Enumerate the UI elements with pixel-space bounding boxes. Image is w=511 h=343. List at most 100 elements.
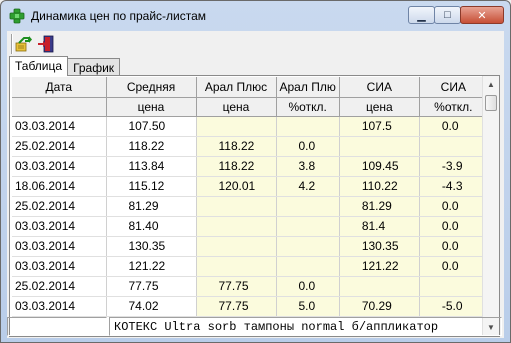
close-button[interactable]: ✕ (460, 6, 504, 24)
cell-average-price[interactable]: 81.40 (106, 216, 197, 237)
close-icon: ✕ (477, 9, 487, 22)
column-header-aral-deviation[interactable]: Арал Плю (276, 77, 340, 98)
table-row[interactable]: 03.03.2014 107.50 107.5 0.0 (12, 116, 488, 137)
app-window: Динамика цен по прайс-листам ▁ □ ✕ Табли… (0, 0, 511, 343)
subheader-aral-price: цена (196, 97, 277, 117)
vertical-scrollbar[interactable]: ▲ ▼ (482, 76, 499, 336)
cell-average-price[interactable]: 118.22 (106, 136, 197, 157)
window-title: Динамика цен по прайс-листам (31, 9, 207, 23)
cell-sia-price[interactable]: 81.4 (339, 216, 420, 237)
cell-aral-deviation[interactable] (276, 216, 340, 237)
cell-aral-price[interactable] (196, 216, 277, 237)
cell-average-price[interactable]: 107.50 (106, 116, 197, 137)
cell-aral-price[interactable]: 120.01 (196, 176, 277, 197)
table-row[interactable]: 03.03.2014 113.84 118.22 3.8 109.45 -3.9 (12, 156, 488, 177)
refresh-icon (15, 36, 32, 52)
table-row[interactable]: 03.03.2014 121.22 121.22 0.0 (12, 256, 488, 277)
column-header-sia-price[interactable]: СИА (339, 77, 420, 98)
tab-table[interactable]: Таблица (9, 56, 69, 76)
table-row[interactable]: 25.02.2014 77.75 77.75 0.0 (12, 276, 488, 297)
refresh-button[interactable] (13, 33, 35, 55)
cell-aral-price[interactable] (196, 236, 277, 257)
cell-date[interactable]: 03.03.2014 (12, 236, 107, 257)
status-bar: КОТЕКС Ultra sorb тампоны normal б/аппли… (7, 315, 504, 337)
cell-sia-deviation[interactable]: 0.0 (419, 216, 488, 237)
cell-average-price[interactable]: 130.35 (106, 236, 197, 257)
cell-average-price[interactable]: 113.84 (106, 156, 197, 177)
cell-aral-deviation[interactable]: 0.0 (276, 136, 340, 157)
minimize-button[interactable]: ▁ (408, 6, 435, 24)
tab-strip: Таблица График (9, 56, 121, 76)
cell-date[interactable]: 03.03.2014 (12, 256, 107, 277)
table-row[interactable]: 18.06.2014 115.12 120.01 4.2 110.22 -4.3 (12, 176, 488, 197)
cell-date[interactable]: 03.03.2014 (12, 296, 107, 317)
cell-aral-deviation[interactable] (276, 196, 340, 217)
scroll-up-button[interactable]: ▲ (483, 76, 499, 93)
column-header-aral-price[interactable]: Арал Плюс (196, 77, 277, 98)
cell-date[interactable]: 25.02.2014 (12, 136, 107, 157)
cell-average-price[interactable]: 81.29 (106, 196, 197, 217)
cell-sia-deviation[interactable]: 0.0 (419, 236, 488, 257)
cell-sia-price[interactable]: 110.22 (339, 176, 420, 197)
cell-aral-deviation[interactable]: 5.0 (276, 296, 340, 317)
column-header-average[interactable]: Средняя (106, 77, 197, 98)
cell-sia-price[interactable] (339, 276, 420, 297)
cell-aral-price[interactable] (196, 196, 277, 217)
cell-sia-deviation[interactable]: -4.3 (419, 176, 488, 197)
cell-sia-deviation[interactable]: -3.9 (419, 156, 488, 177)
cell-aral-price[interactable]: 118.22 (196, 136, 277, 157)
cell-aral-deviation[interactable]: 3.8 (276, 156, 340, 177)
cell-sia-price[interactable]: 130.35 (339, 236, 420, 257)
cell-sia-deviation[interactable] (419, 276, 488, 297)
cell-sia-deviation[interactable]: 0.0 (419, 256, 488, 277)
table-row[interactable]: 03.03.2014 74.02 77.75 5.0 70.29 -5.0 (12, 296, 488, 317)
status-panel-left (7, 317, 107, 336)
cell-sia-deviation[interactable]: 0.0 (419, 116, 488, 137)
cell-aral-deviation[interactable]: 0.0 (276, 276, 340, 297)
title-bar[interactable]: Динамика цен по прайс-листам ▁ □ ✕ (1, 1, 510, 31)
cell-sia-price[interactable]: 107.5 (339, 116, 420, 137)
cell-sia-price[interactable]: 109.45 (339, 156, 420, 177)
exit-door-icon (38, 35, 54, 53)
cell-sia-deviation[interactable]: -5.0 (419, 296, 488, 317)
cell-aral-deviation[interactable]: 4.2 (276, 176, 340, 197)
cell-aral-deviation[interactable] (276, 256, 340, 277)
cell-aral-deviation[interactable] (276, 116, 340, 137)
cell-average-price[interactable]: 115.12 (106, 176, 197, 197)
table-row[interactable]: 03.03.2014 130.35 130.35 0.0 (12, 236, 488, 257)
cell-sia-deviation[interactable] (419, 136, 488, 157)
cell-date[interactable]: 03.03.2014 (12, 156, 107, 177)
cell-sia-price[interactable]: 81.29 (339, 196, 420, 217)
cell-date[interactable]: 03.03.2014 (12, 116, 107, 137)
cell-date[interactable]: 18.06.2014 (12, 176, 107, 197)
exit-button[interactable] (35, 33, 57, 55)
table-row[interactable]: 25.02.2014 118.22 118.22 0.0 (12, 136, 488, 157)
table-row[interactable]: 25.02.2014 81.29 81.29 0.0 (12, 196, 488, 217)
column-header-date[interactable]: Дата (12, 77, 107, 98)
cell-average-price[interactable]: 77.75 (106, 276, 197, 297)
cell-aral-price[interactable]: 77.75 (196, 276, 277, 297)
cell-aral-deviation[interactable] (276, 236, 340, 257)
price-grid[interactable]: Дата Средняя Арал Плюс Арал Плю СИА СИА … (9, 75, 500, 337)
table-row[interactable]: 03.03.2014 81.40 81.4 0.0 (12, 216, 488, 237)
cell-sia-price[interactable]: 121.22 (339, 256, 420, 277)
maximize-button[interactable]: □ (434, 6, 461, 24)
status-product-name: КОТЕКС Ultra sorb тампоны normal б/аппли… (114, 320, 439, 334)
cell-date[interactable]: 25.02.2014 (12, 196, 107, 217)
window-client-area: Таблица График Дата Средняя Арал Плюс Ар… (7, 31, 504, 338)
cell-aral-price[interactable]: 118.22 (196, 156, 277, 177)
column-header-sia-deviation[interactable]: СИА (419, 77, 488, 98)
cell-aral-price[interactable]: 77.75 (196, 296, 277, 317)
window-controls: ▁ □ ✕ (408, 6, 504, 24)
cell-aral-price[interactable] (196, 256, 277, 277)
cell-sia-price[interactable] (339, 136, 420, 157)
cell-aral-price[interactable] (196, 116, 277, 137)
cell-sia-deviation[interactable]: 0.0 (419, 196, 488, 217)
cell-date[interactable]: 03.03.2014 (12, 216, 107, 237)
cell-average-price[interactable]: 74.02 (106, 296, 197, 317)
tab-chart[interactable]: График (67, 58, 121, 76)
cell-sia-price[interactable]: 70.29 (339, 296, 420, 317)
scroll-thumb[interactable] (485, 95, 497, 111)
cell-date[interactable]: 25.02.2014 (12, 276, 107, 297)
cell-average-price[interactable]: 121.22 (106, 256, 197, 277)
